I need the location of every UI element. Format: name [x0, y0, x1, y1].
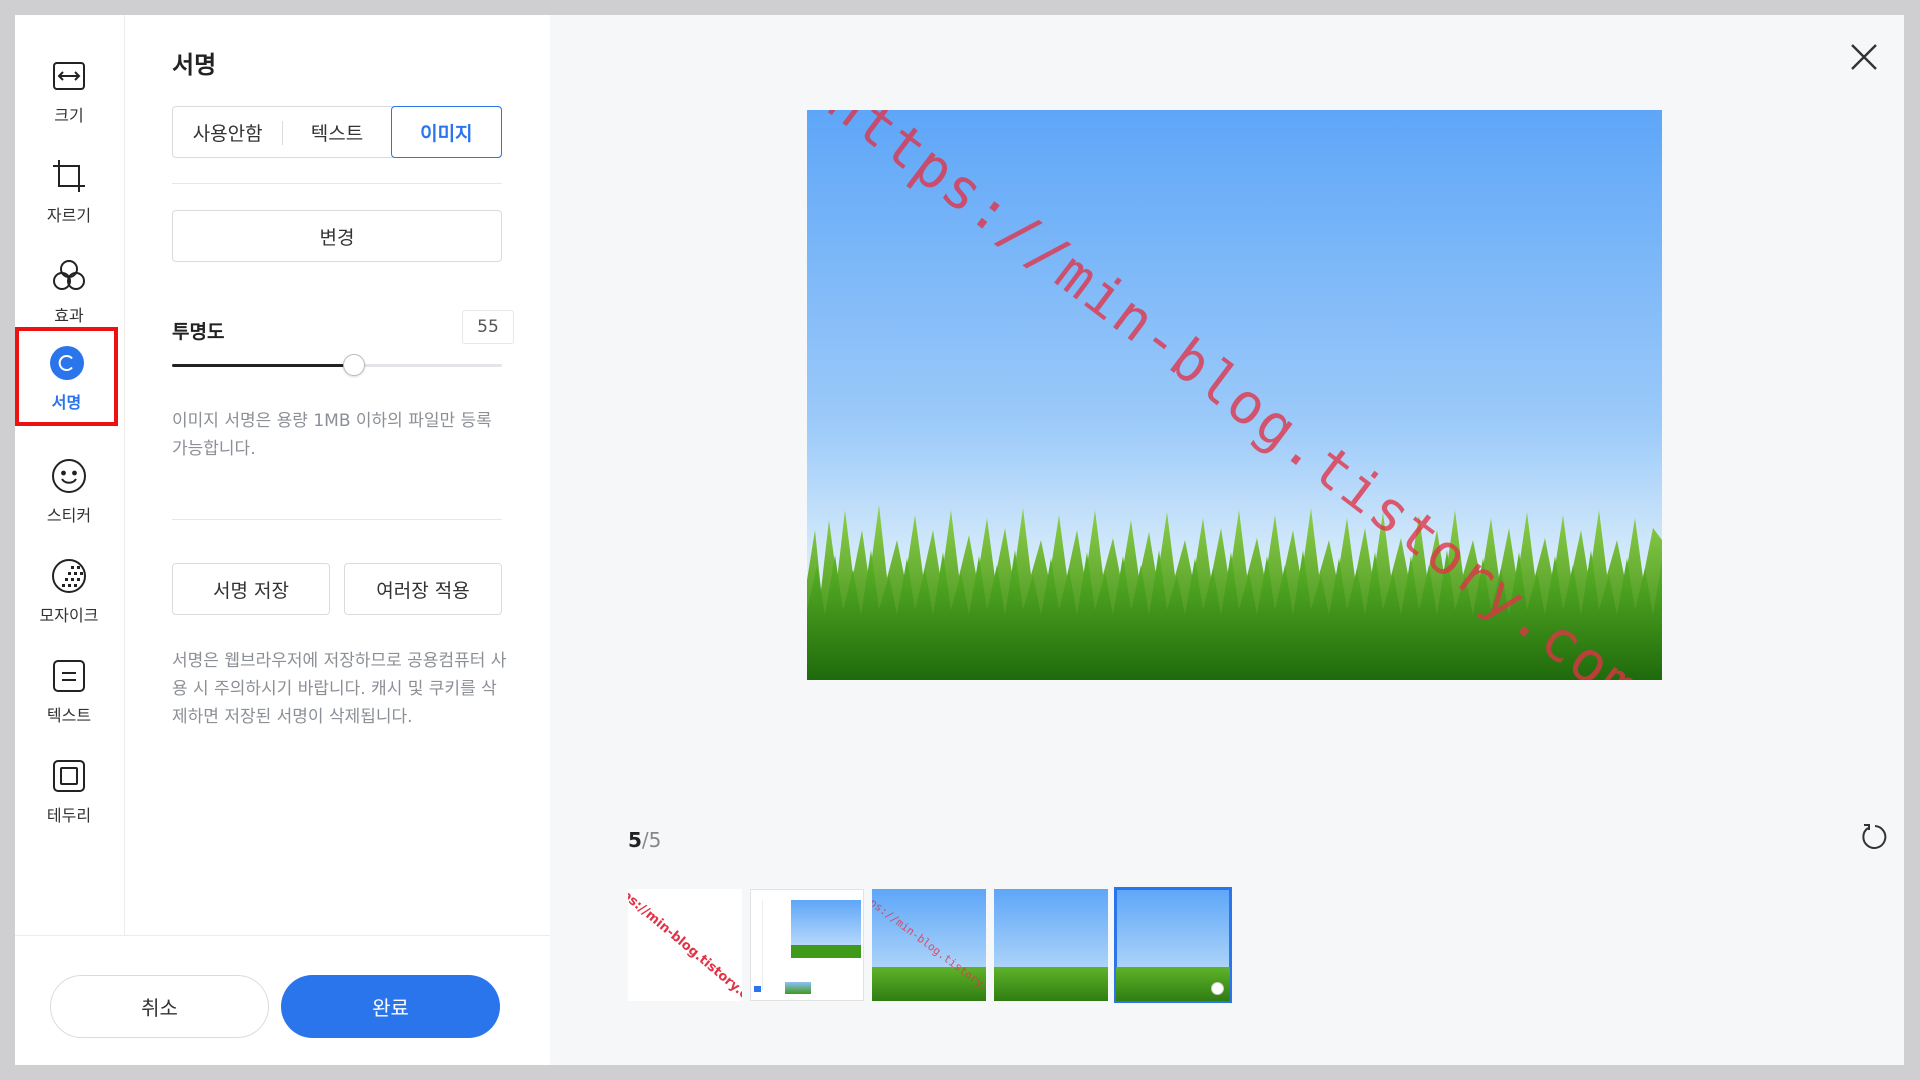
opacity-value[interactable]: 55 [462, 310, 514, 344]
footer-divider [15, 935, 550, 936]
segment-text[interactable]: 텍스트 [282, 107, 391, 157]
resize-icon [53, 62, 85, 90]
tool-rail: 크기 자르기 효과 서명 스티커 모자이크 텍스트 테두리 [15, 15, 125, 935]
page-counter: 5/5 [628, 828, 661, 852]
thumbnail-inner-button [754, 986, 761, 992]
panel-title: 서명 [172, 51, 217, 79]
sticker-icon [52, 459, 86, 493]
thumbnail-inner-rail [753, 900, 763, 990]
change-image-button[interactable]: 변경 [172, 210, 502, 262]
image-preview: https://min-blog.tistory.com [807, 110, 1662, 680]
tool-label: 테두리 [46, 806, 92, 825]
thumbnail-inner-thumb [785, 982, 811, 994]
signature-icon [49, 346, 84, 380]
segment-none[interactable]: 사용안함 [173, 107, 282, 157]
thumbnail-3[interactable]: https://min-blog.tistory.com [872, 889, 986, 1001]
selected-indicator [1211, 982, 1224, 995]
tool-crop[interactable]: 자르기 [15, 140, 123, 235]
done-button[interactable]: 완료 [281, 975, 500, 1038]
tool-label: 서명 [51, 393, 82, 412]
thumbnail-strip: https://min-blog.tistory.com https://min… [628, 887, 1232, 1003]
tool-text[interactable]: 텍스트 [15, 640, 123, 735]
thumbnail-2[interactable] [750, 889, 864, 1001]
tool-resize[interactable]: 크기 [15, 40, 123, 135]
divider [172, 183, 502, 184]
effects-icon [53, 260, 85, 290]
close-button[interactable] [1844, 37, 1884, 77]
tool-mosaic[interactable]: 모자이크 [15, 540, 123, 635]
rotate-button[interactable] [1860, 821, 1890, 851]
page-total: /5 [641, 828, 662, 852]
tool-border[interactable]: 테두리 [15, 740, 123, 835]
save-signature-button[interactable]: 서명 저장 [172, 563, 330, 615]
tool-label: 모자이크 [39, 606, 99, 625]
image-editor-dialog: 크기 자르기 효과 서명 스티커 모자이크 텍스트 테두리 서명 사용안함 텍스… [15, 15, 1904, 1065]
tool-label: 텍스트 [46, 706, 92, 725]
tool-label: 스티커 [46, 506, 92, 525]
thumbnail-watermark: https://min-blog.tistory.com [628, 889, 742, 1001]
divider [172, 519, 502, 520]
signature-type-selector: 사용안함 텍스트 이미지 [172, 106, 502, 158]
crop-icon [53, 160, 85, 192]
tool-effects[interactable]: 효과 [15, 240, 123, 335]
close-icon [1851, 44, 1877, 70]
thumbnail-1[interactable]: https://min-blog.tistory.com [628, 889, 742, 1001]
opacity-slider-thumb[interactable] [342, 354, 365, 376]
opacity-slider[interactable] [172, 354, 502, 376]
apply-multiple-button[interactable]: 여러장 적용 [344, 563, 502, 615]
storage-note: 서명은 웹브라우저에 저장하므로 공용컴퓨터 사용 시 주의하시기 바랍니다. … [172, 651, 507, 727]
text-icon [53, 660, 85, 692]
tool-label: 자르기 [46, 206, 92, 225]
segment-image[interactable]: 이미지 [390, 106, 502, 158]
tool-signature[interactable]: 서명 [15, 327, 118, 426]
image-size-note: 이미지 서명은 용량 1MB 이하의 파일만 등록 가능합니다. [172, 411, 492, 459]
rotate-icon [1862, 824, 1887, 849]
thumbnail-5[interactable] [1114, 887, 1232, 1003]
mosaic-icon [52, 559, 86, 593]
tool-label: 크기 [54, 106, 84, 125]
page-current: 5 [628, 828, 642, 852]
left-panel: 크기 자르기 효과 서명 스티커 모자이크 텍스트 테두리 서명 사용안함 텍스… [15, 15, 550, 1065]
tool-label: 효과 [54, 306, 84, 325]
opacity-slider-fill [172, 364, 354, 367]
tool-sticker[interactable]: 스티커 [15, 440, 123, 535]
border-icon [53, 760, 85, 792]
thumbnail-grass [994, 967, 1108, 1001]
thumbnail-inner-grass [791, 945, 861, 958]
thumbnail-4[interactable] [994, 889, 1108, 1001]
opacity-label: 투명도 [172, 321, 225, 343]
cancel-button[interactable]: 취소 [50, 975, 269, 1038]
